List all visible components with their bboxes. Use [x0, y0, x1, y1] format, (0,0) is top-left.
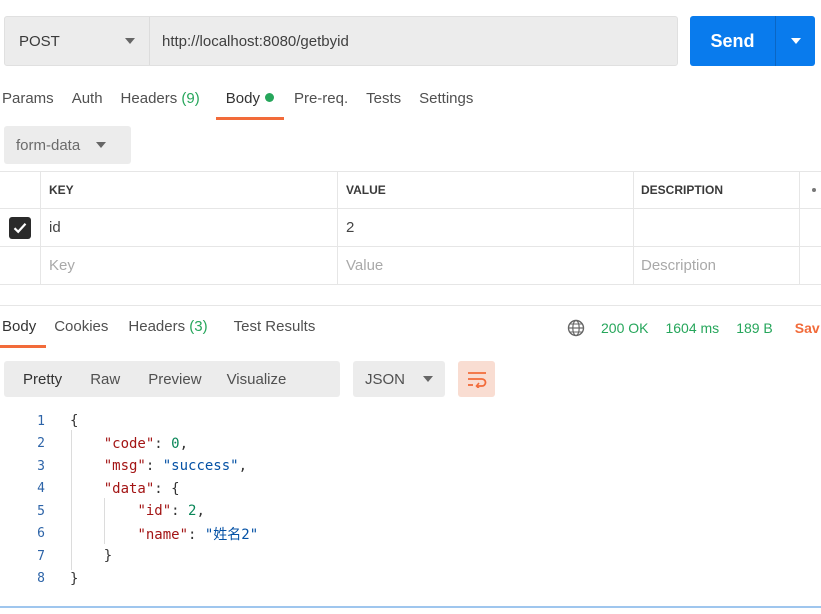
column-header-description: DESCRIPTION [634, 172, 800, 208]
more-columns-button[interactable] [800, 172, 821, 208]
body-type-select[interactable]: form-data [4, 126, 131, 164]
key-input[interactable]: id [41, 209, 338, 246]
chevron-down-icon [96, 142, 107, 148]
line-number: 2 [37, 436, 45, 452]
tab-tests[interactable]: Tests [366, 88, 401, 120]
code-line: 7 } [0, 545, 821, 568]
chevron-down-icon [125, 38, 135, 44]
request-tabs: Params Auth Headers (9) Body Pre-req. Te… [2, 88, 491, 120]
response-status-bar: 200 OK 1604 ms 189 B Sav [567, 318, 820, 338]
wrap-lines-button[interactable] [458, 361, 495, 397]
line-number: 1 [37, 413, 45, 429]
new-description-input[interactable]: Description [634, 247, 800, 284]
method-select[interactable]: POST [5, 17, 150, 65]
send-button[interactable]: Send [690, 16, 776, 66]
line-number: 6 [37, 526, 45, 542]
view-raw-button[interactable]: Raw [90, 371, 120, 388]
format-label: JSON [365, 370, 406, 388]
line-number: 8 [37, 571, 45, 587]
send-button-group: Send [690, 16, 815, 66]
chevron-down-icon [423, 376, 434, 382]
response-tab-headers[interactable]: Headers (3) [128, 318, 207, 348]
code-line: 2 "code": 0, [0, 433, 821, 456]
send-dropdown-button[interactable] [776, 16, 815, 66]
tab-pre-request[interactable]: Pre-req. [294, 88, 348, 120]
body-indicator-dot [264, 93, 274, 102]
request-bar: POST http://localhost:8080/getbyid [4, 16, 678, 66]
globe-icon[interactable] [567, 319, 585, 337]
status-code[interactable]: 200 OK [601, 320, 648, 336]
code-text: } [70, 548, 113, 565]
column-header-value: VALUE [338, 172, 634, 208]
header-checkbox-cell [0, 172, 41, 208]
code-text: "id": 2, [137, 503, 205, 520]
new-value-input[interactable]: Value [338, 247, 634, 284]
new-key-input[interactable]: Key [41, 247, 338, 284]
code-line: 1{ [0, 410, 821, 433]
value-input[interactable]: 2 [338, 209, 634, 246]
code-line: 5 "id": 2, [0, 500, 821, 523]
response-code-view[interactable]: 1{ 2 "code": 0, 3 "msg": "success", 4 "d… [0, 410, 821, 590]
tab-headers[interactable]: Headers (9) [121, 88, 200, 120]
tab-params[interactable]: Params [2, 88, 54, 120]
code-line: 8} [0, 568, 821, 591]
response-tab-cookies[interactable]: Cookies [54, 318, 108, 348]
method-label: POST [19, 32, 60, 50]
view-mode-bar: Pretty Raw Preview Visualize [4, 361, 340, 397]
format-select[interactable]: JSON [353, 361, 445, 397]
line-number: 3 [37, 458, 45, 474]
line-number: 7 [37, 548, 45, 564]
code-text: "data": { [103, 480, 180, 497]
table-header: KEY VALUE DESCRIPTION [0, 171, 821, 209]
table-row: id 2 [0, 209, 821, 247]
tab-auth[interactable]: Auth [72, 88, 103, 120]
code-text: } [70, 570, 79, 587]
body-type-label: form-data [16, 136, 81, 154]
tab-body[interactable]: Body [215, 88, 285, 120]
more-icon [812, 188, 816, 192]
row-checkbox-cell [0, 209, 41, 246]
tab-settings[interactable]: Settings [419, 88, 473, 120]
response-tab-body[interactable]: Body [0, 318, 47, 348]
code-text: { [70, 413, 79, 430]
view-visualize-button[interactable]: Visualize [227, 371, 287, 388]
headers-count: (9) [181, 90, 200, 107]
line-number: 5 [37, 503, 45, 519]
column-header-key: KEY [41, 172, 338, 208]
code-line: 3 "msg": "success", [0, 455, 821, 478]
table-row-new: Key Value Description [0, 247, 821, 285]
line-number: 4 [37, 481, 45, 497]
code-text: "msg": "success", [103, 458, 248, 475]
save-response-button[interactable]: Sav [795, 320, 820, 336]
panel-bottom-border [0, 606, 821, 608]
response-headers-count: (3) [189, 318, 208, 335]
response-size[interactable]: 189 B [736, 320, 773, 336]
url-input[interactable]: http://localhost:8080/getbyid [150, 17, 677, 65]
chevron-down-icon [790, 38, 801, 44]
response-divider [0, 305, 821, 306]
checkmark-icon [13, 222, 27, 233]
code-line: 6 "name": "姓名2" [0, 523, 821, 546]
code-text: "code": 0, [103, 435, 189, 452]
response-time[interactable]: 1604 ms [665, 320, 719, 336]
view-pretty-button[interactable]: Pretty [23, 371, 62, 388]
description-input[interactable] [634, 209, 800, 246]
wrap-icon [467, 372, 486, 388]
row-checkbox[interactable] [9, 216, 31, 239]
response-tab-test-results[interactable]: Test Results [234, 318, 316, 348]
code-line: 4 "data": { [0, 478, 821, 501]
response-tabs: Body Cookies Headers (3) Test Results [0, 318, 335, 348]
code-text: "name": "姓名2" [137, 526, 259, 543]
params-table: KEY VALUE DESCRIPTION id 2 Key Value Des… [0, 171, 821, 285]
view-preview-button[interactable]: Preview [148, 371, 201, 388]
